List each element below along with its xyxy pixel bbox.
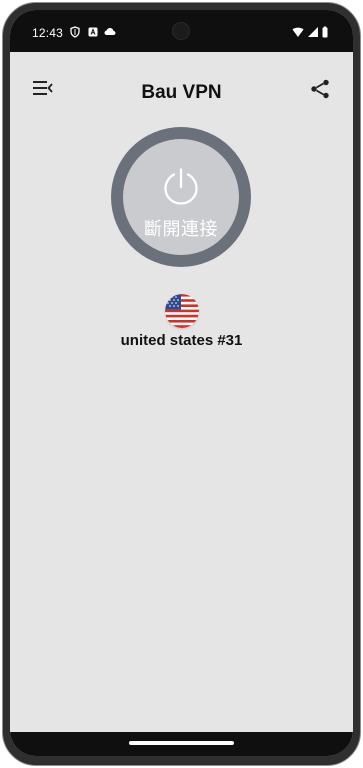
battery-icon (322, 26, 328, 38)
power-icon (164, 168, 198, 205)
connect-toggle-button[interactable]: 斷開連接 (111, 127, 251, 267)
app-toolbar: Bau VPN (10, 52, 353, 118)
server-name[interactable]: united states #31 (10, 332, 353, 349)
cloud-icon (104, 28, 116, 35)
signal-icon (308, 27, 318, 37)
status-bar: 12:43 (10, 10, 353, 52)
front-camera (172, 22, 190, 40)
device-frame: 12:43 Bau VPN 斷開連接 united states #31 (2, 2, 361, 766)
flag-graphic (165, 294, 199, 328)
app-title: Bau VPN (141, 82, 222, 103)
shield-icon (70, 26, 80, 38)
us-flag-icon[interactable] (165, 294, 199, 328)
disconnect-label: 斷開連接 (144, 219, 218, 239)
navigation-bar (10, 732, 353, 756)
wifi-icon (292, 27, 304, 37)
font-icon (88, 27, 98, 37)
share-icon[interactable] (309, 78, 331, 100)
app-screen: 12:43 Bau VPN 斷開連接 united states #31 (10, 10, 353, 756)
home-gesture-handle[interactable] (129, 741, 234, 745)
status-time: 12:43 (32, 26, 64, 40)
